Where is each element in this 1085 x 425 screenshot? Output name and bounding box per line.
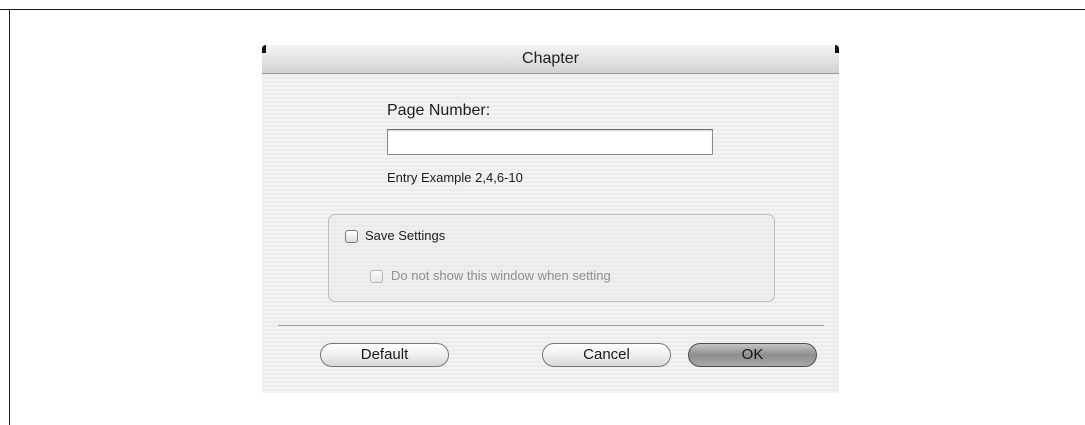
page-number-label: Page Number:	[387, 102, 491, 119]
save-settings-label[interactable]: Save Settings	[365, 228, 445, 243]
page-number-input[interactable]	[387, 129, 713, 155]
save-settings-checkbox[interactable]	[345, 230, 358, 243]
chapter-dialog: Chapter Page Number: Entry Example 2,4,6…	[262, 45, 839, 393]
dialog-title: Chapter	[522, 50, 579, 67]
cancel-button[interactable]: Cancel	[542, 343, 671, 367]
entry-example-hint: Entry Example 2,4,6-10	[387, 170, 523, 185]
do-not-show-label: Do not show this window when setting	[391, 268, 611, 283]
ok-button[interactable]: OK	[688, 343, 817, 367]
default-button[interactable]: Default	[320, 343, 449, 367]
button-separator	[278, 325, 824, 326]
frame-left-border	[9, 9, 10, 425]
frame-top-border	[0, 9, 1085, 10]
do-not-show-checkbox	[370, 270, 383, 283]
dialog-titlebar[interactable]: Chapter	[262, 45, 839, 74]
settings-group-box: Save Settings Do not show this window wh…	[328, 214, 775, 302]
